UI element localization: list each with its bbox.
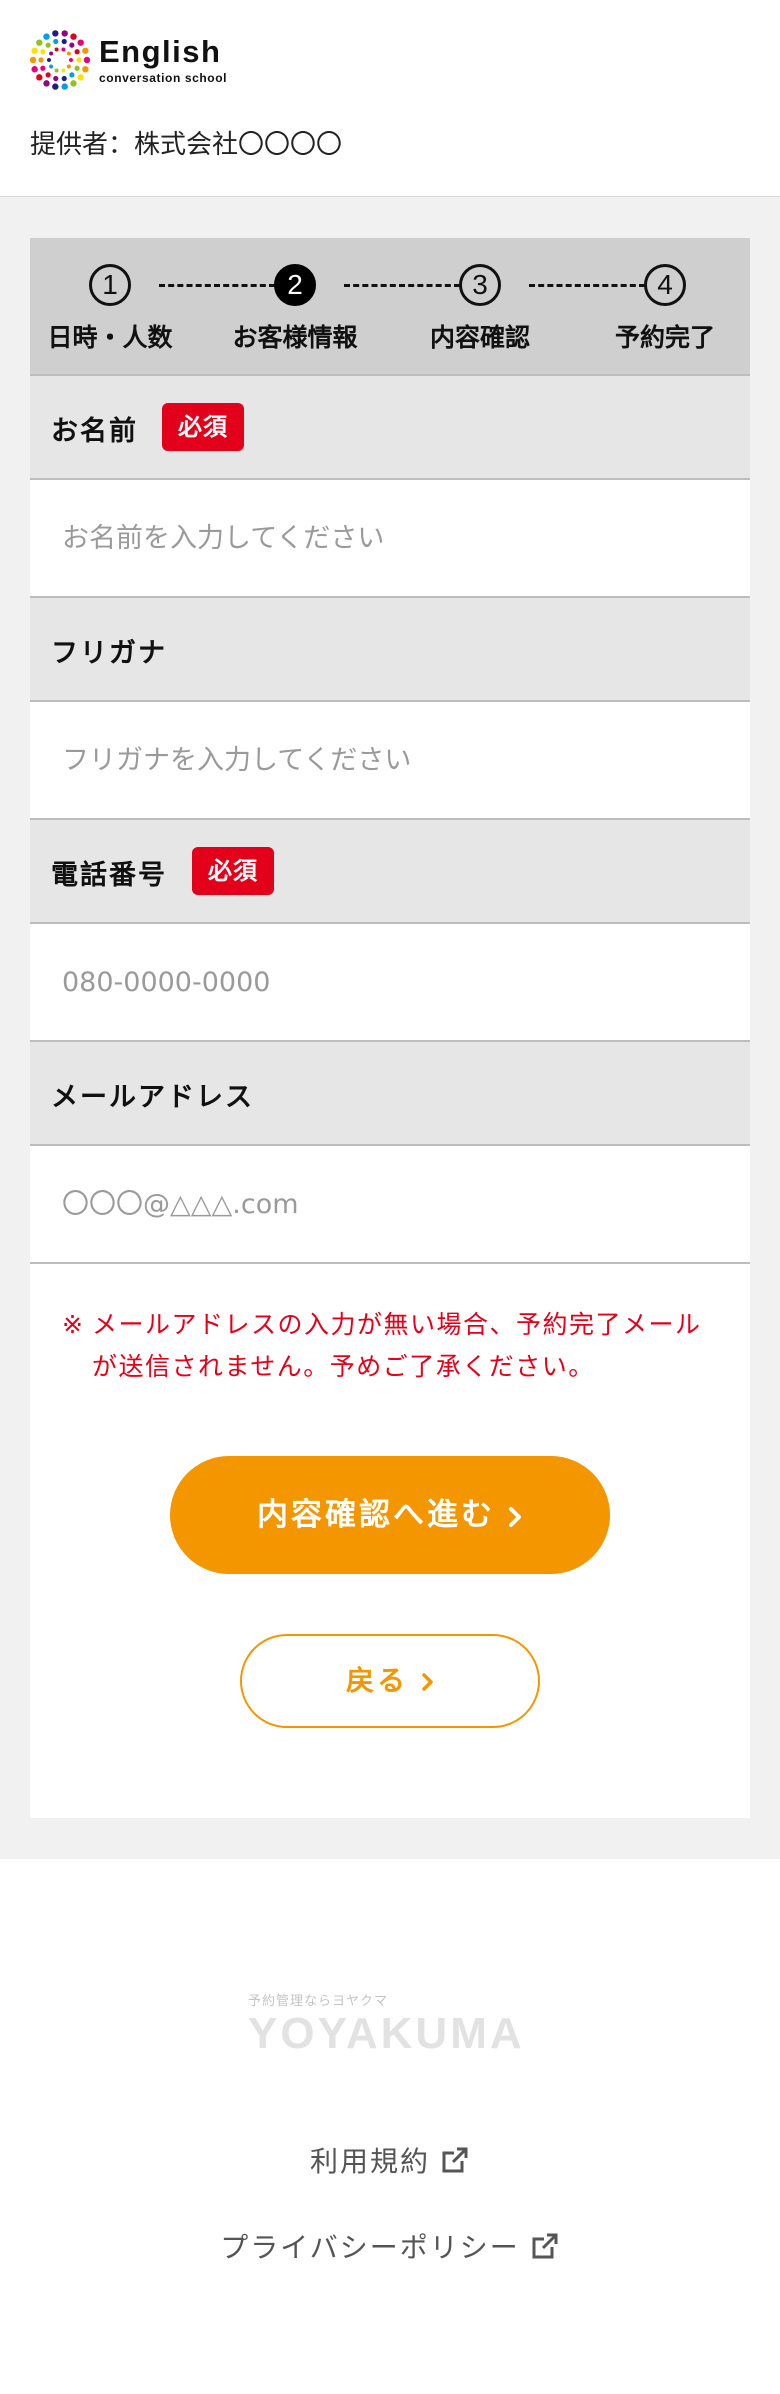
required-badge: 必須 [162,403,244,451]
step-3-circle: 3 [459,264,501,306]
form-bottom-border [30,1262,750,1264]
logo-dot [69,42,75,48]
logo-dot [31,47,38,54]
phone-label: 電話番号 [51,860,167,891]
required-badge: 必須 [192,847,274,895]
logo-subtitle: conversation school [99,71,228,85]
logo-dot [45,72,51,78]
logo-dot [53,38,59,45]
logo-dot [69,72,75,78]
proceed-to-confirm-button[interactable]: 内容確認へ進む [170,1456,610,1574]
external-link-icon [532,2233,558,2259]
name-input-row [30,478,750,596]
logo-dot [54,47,59,52]
logo-dot [45,42,51,48]
logo-dot [43,33,50,40]
logo-dot [61,38,67,45]
phone-input[interactable] [30,924,750,1040]
logo-dot [43,80,50,87]
reservation-form-card: 1 2 3 4 日時・人数 お客様情報 内容確認 予約完了 お名前 必須 フリガ… [30,238,750,1818]
logo-dot [61,47,66,52]
logo-dot [69,58,73,62]
email-field-header: メールアドレス [30,1040,750,1144]
furigana-input[interactable] [30,702,750,818]
furigana-input-row [30,700,750,818]
logo-dot [70,80,77,87]
logo-dot [74,49,80,55]
phone-field-header: 電話番号 必須 [30,818,750,922]
logo-dot [40,65,46,71]
step-1-label: 日時・人数 [47,323,173,352]
back-button[interactable]: 戻る [240,1634,540,1728]
furigana-label: フリガナ [51,638,167,669]
notice-text: メールアドレスの入力が無い場合、予約完了メールが送信されません。予めご了承くださ… [92,1310,702,1381]
notice-mark: ※ [62,1310,85,1339]
logo-dot [61,30,68,37]
yoyakuma-logo: 予約管理ならヨヤクマ YOYAKUMA [248,1990,538,2059]
name-field-header: お名前 必須 [30,374,750,478]
logo-dot [83,56,91,64]
logo-dot [49,51,54,56]
main-area: 1 2 3 4 日時・人数 お客様情報 内容確認 予約完了 お名前 必須 フリガ… [0,197,780,1859]
logo-dot [76,57,82,63]
logo-dot [70,33,77,40]
back-button-label: 戻る [345,1664,408,1697]
terms-link-label: 利用規約 [309,2145,430,2178]
logo-dot [36,74,43,81]
terms-link[interactable]: 利用規約 [0,2140,780,2180]
privacy-policy-link[interactable]: プライバシーポリシー [0,2226,780,2266]
logo-dot [38,57,44,63]
progress-stepper: 1 2 3 4 日時・人数 お客様情報 内容確認 予約完了 [30,238,750,374]
step-3-label: 内容確認 [429,323,530,352]
logo-dot [36,39,43,46]
logo-dot [40,49,46,55]
footer-brand: YOYAKUMA [248,2009,525,2058]
email-notice: ※ メールアドレスの入力が無い場合、予約完了メールが送信されません。予めご了承く… [62,1304,722,1388]
step-4-circle: 4 [644,264,686,306]
site-header: English conversation school 提供者：株式会社〇〇〇〇 [0,0,780,198]
logo-dot [66,64,71,69]
logo-dot [31,66,38,73]
logo-dot [53,75,59,82]
privacy-link-label: プライバシーポリシー [220,2231,520,2264]
footer-tagline: 予約管理ならヨヤクマ [248,1994,389,2009]
furigana-field-header: フリガナ [30,596,750,700]
chevron-right-icon [509,1506,521,1527]
logo-dot [66,51,71,56]
logo-dot [74,65,80,71]
name-input[interactable] [30,480,750,596]
step-4-label: 予約完了 [614,323,715,352]
step-connector [159,284,275,287]
logo-dot [49,64,54,69]
logo-dot [77,39,84,46]
name-label: お名前 [51,416,138,447]
logo-dot [47,58,51,62]
logo-dot [82,47,89,54]
phone-input-row [30,922,750,1040]
logo-dots-icon [29,30,91,90]
logo-dot [61,75,67,82]
proceed-button-label: 内容確認へ進む [257,1497,495,1533]
step-connector [529,284,645,287]
logo-dot [52,83,59,90]
logo-dot [77,74,84,81]
logo-dot [29,56,37,64]
logo-dot [82,66,89,73]
external-link-icon [442,2147,468,2173]
provider-text: 提供者：株式会社〇〇〇〇 [30,130,343,160]
logo-dot [54,68,59,73]
logo-dot [52,30,59,37]
step-2-label: お客様情報 [232,323,358,352]
chevron-right-icon [422,1673,433,1691]
step-connector [344,284,460,287]
step-2-circle-active: 2 [274,264,316,306]
email-label: メールアドレス [51,1082,254,1113]
email-input[interactable] [30,1146,750,1262]
step-1-circle: 1 [89,264,131,306]
email-input-row [30,1144,750,1262]
logo-dot [61,68,66,73]
logo-title: English [99,34,222,69]
logo-dot [61,83,68,90]
